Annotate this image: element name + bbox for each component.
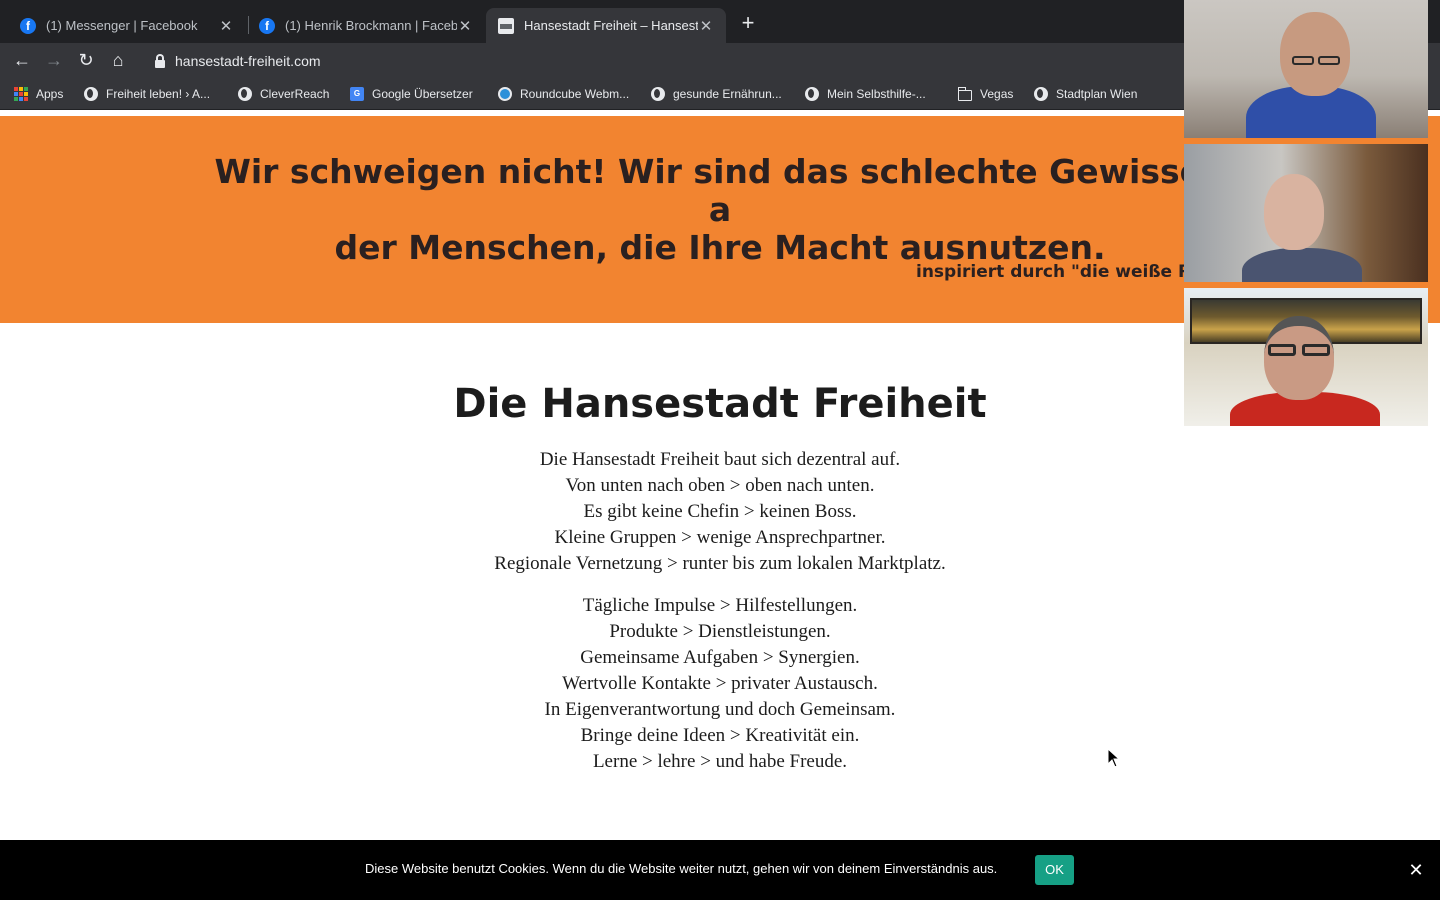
new-tab-button[interactable]: + [736,12,760,36]
globe-icon [238,87,252,101]
hero-title-line: Wir schweigen nicht! Wir sind das schlec… [214,152,1226,229]
globe-icon [1034,87,1048,101]
bookmark-label: Freiheit leben! › A... [106,87,211,101]
google-translate-icon: G [350,87,364,101]
reload-icon[interactable]: ↻ [73,47,99,73]
text-line: Kleine Gruppen > wenige Ansprechpartner. [554,527,886,548]
address-bar[interactable]: hansestadt-freiheit.com [142,46,1192,75]
bookmark-gesunde-ernaehrung[interactable]: gesunde Ernährun... [651,85,782,103]
text-line: Regionale Vernetzung > runter bis zum lo… [494,553,946,574]
bookmark-label: Stadtplan Wien [1056,87,1138,101]
tab-title: (1) Henrik Brockmann | Facebook [285,18,457,33]
tab-title: Hansestadt Freiheit – Hansestadt Freihei… [524,18,698,33]
tab-henrik-brockmann[interactable]: f (1) Henrik Brockmann | Facebook ✕ [247,8,485,43]
globe-icon [805,87,819,101]
tab-messenger[interactable]: f (1) Messenger | Facebook ✕ [8,8,246,43]
bookmark-label: Mein Selbsthilfe-... [827,87,926,101]
bookmark-label: gesunde Ernährun... [673,87,782,101]
video-tile-participant-1[interactable] [1184,0,1428,138]
bookmark-google-translate[interactable]: G Google Übersetzer [350,85,473,103]
text-line: Es gibt keine Chefin > keinen Boss. [583,501,857,522]
bookmark-mein-selbsthilfe[interactable]: Mein Selbsthilfe-... [805,85,926,103]
lock-icon [152,53,168,69]
home-icon[interactable]: ⌂ [105,47,131,73]
bookmark-roundcube[interactable]: Roundcube Webm... [498,85,629,103]
paragraph-benefits: Tägliche Impulse > Hilfestellungen. Prod… [0,593,1440,775]
cookie-ok-button[interactable]: OK [1035,855,1074,885]
close-icon[interactable]: ✕ [1405,859,1427,881]
bookmark-label: Roundcube Webm... [520,87,630,101]
close-icon[interactable]: ✕ [218,17,234,35]
text-line: Die Hansestadt Freiheit baut sich dezent… [539,449,901,470]
text-line: Lerne > lehre > und habe Freude. [592,751,848,772]
bookmark-label: Vegas [980,87,1014,101]
text-line: In Eigenverantwortung und doch Gemeinsam… [544,699,896,720]
globe-icon [84,87,98,101]
url-text: hansestadt-freiheit.com [175,52,321,69]
apps-grid-icon [14,87,28,101]
page-icon [498,17,514,34]
bookmark-label: Apps [36,87,64,101]
cookie-banner: Diese Website benutzt Cookies. Wenn du d… [0,840,1440,900]
facebook-icon: f [20,17,36,34]
roundcube-icon [498,87,512,101]
video-tile-participant-3[interactable] [1184,288,1428,426]
close-icon[interactable]: ✕ [698,17,714,35]
bookmark-label: Google Übersetzer [372,87,473,101]
text-line: Von unten nach oben > oben nach unten. [565,475,875,496]
bookmark-label: CleverReach [260,87,330,101]
bookmark-apps[interactable]: Apps [14,85,63,103]
tab-title: (1) Messenger | Facebook [46,18,198,33]
bookmark-folder-vegas[interactable]: Vegas [957,85,1014,103]
text-line: Tägliche Impulse > Hilfestellungen. [582,595,858,616]
back-icon[interactable]: ← [9,47,35,73]
mouse-cursor-icon [1107,748,1121,768]
hero-subtitle: inspiriert durch "die weiße Ro [916,262,1203,282]
text-line: Produkte > Dienstleistungen. [609,621,831,642]
facebook-icon: f [259,17,275,34]
forward-icon[interactable]: → [41,47,67,73]
video-tile-participant-2[interactable] [1184,144,1428,282]
hero-title: Wir schweigen nicht! Wir sind das schlec… [200,153,1240,267]
folder-icon [957,86,972,101]
bookmark-stadtplan-wien[interactable]: Stadtplan Wien [1034,85,1137,103]
bookmark-cleverreach[interactable]: CleverReach [238,85,329,103]
paragraph-principles: Die Hansestadt Freiheit baut sich dezent… [0,447,1440,577]
globe-icon [651,87,665,101]
text-line: Wertvolle Kontakte > privater Austausch. [562,673,878,694]
tab-hansestadt-freiheit[interactable]: Hansestadt Freiheit – Hansestadt Freihei… [486,8,726,43]
cookie-text: Diese Website benutzt Cookies. Wenn du d… [365,861,998,876]
bookmark-freiheit-leben[interactable]: Freiheit leben! › A... [84,85,210,103]
close-icon[interactable]: ✕ [457,17,473,35]
text-line: Bringe deine Ideen > Kreativität ein. [580,725,860,746]
text-line: Gemeinsame Aufgaben > Synergien. [580,647,860,668]
